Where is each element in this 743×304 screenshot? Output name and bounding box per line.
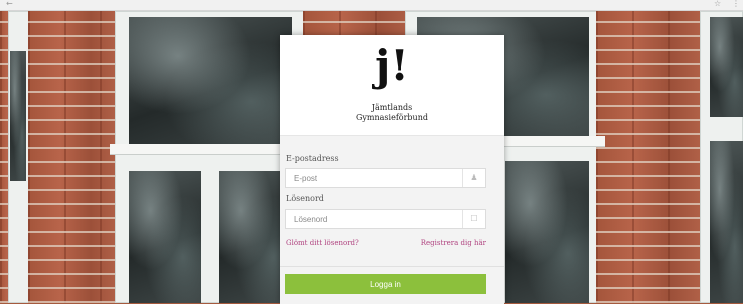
window-frame-far-left xyxy=(8,11,30,303)
window-pane xyxy=(129,171,201,303)
password-field[interactable] xyxy=(286,210,470,228)
window-pane xyxy=(129,17,292,147)
logo-mark: j! xyxy=(375,41,409,90)
login-button[interactable]: Logga in xyxy=(285,274,486,294)
window-pane xyxy=(710,141,743,303)
password-field-box: ☐ xyxy=(285,209,486,229)
user-icon: ♟ xyxy=(462,169,485,187)
brick-pillar-left xyxy=(28,11,118,303)
star-icon[interactable]: ☆ xyxy=(714,0,721,9)
logo-name-line1: Jämtlands xyxy=(371,103,413,112)
form-divider xyxy=(280,266,504,267)
forgot-password-link[interactable]: Glömt ditt lösenord? xyxy=(286,239,359,247)
email-label: E-postadress xyxy=(286,154,339,163)
window-frame-far-right xyxy=(700,11,743,303)
register-link[interactable]: Registrera dig här xyxy=(421,239,486,247)
logo-name-line2: Gymnasieförbund xyxy=(356,113,428,122)
logo-area: j! Jämtlands Gymnasieförbund xyxy=(280,35,504,135)
window-pane xyxy=(505,161,589,303)
email-field[interactable] xyxy=(286,169,470,187)
login-form: E-postadress ♟ Lösenord ☐ Glömt ditt lös… xyxy=(280,135,504,304)
browser-top-strip: ← ☆ ⋮ xyxy=(0,0,743,11)
email-field-box: ♟ xyxy=(285,168,486,188)
back-arrow-icon[interactable]: ← xyxy=(6,0,13,9)
window-frame-left xyxy=(115,11,305,303)
brick-pillar-right xyxy=(596,11,702,303)
lock-icon: ☐ xyxy=(462,210,485,228)
window-pane xyxy=(10,51,26,181)
login-card: j! Jämtlands Gymnasieförbund E-postadres… xyxy=(280,35,504,304)
window-pane xyxy=(710,17,743,117)
password-label: Lösenord xyxy=(286,194,324,203)
menu-icon[interactable]: ⋮ xyxy=(732,0,740,9)
